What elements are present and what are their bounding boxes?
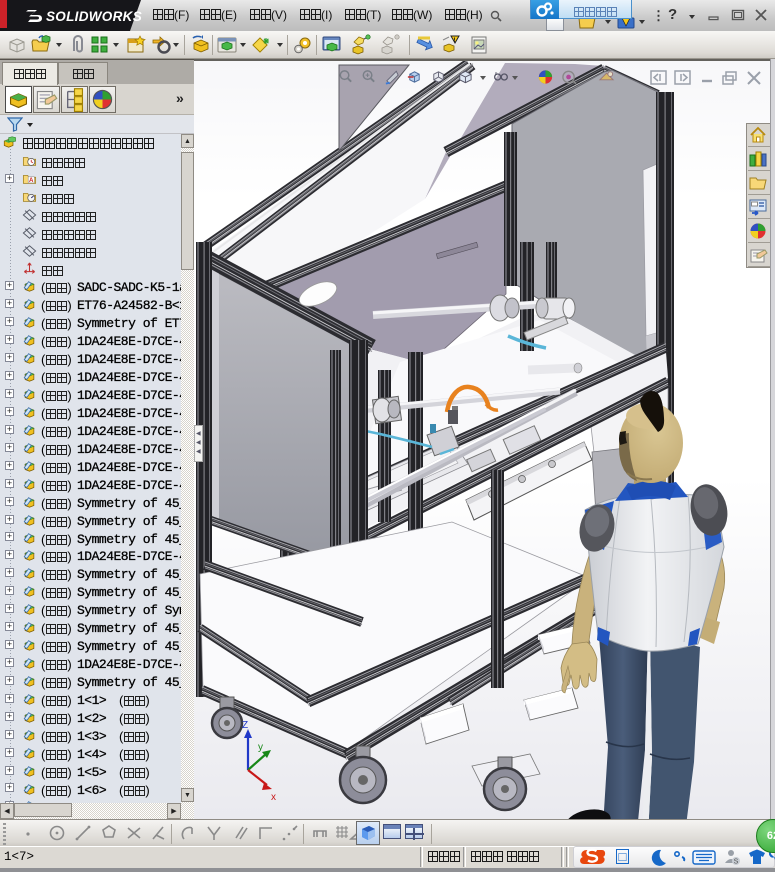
svg-text:A: A: [29, 177, 34, 184]
svg-text:!: !: [454, 37, 456, 44]
svg-text:6: 6: [495, 71, 498, 77]
svg-text:S: S: [734, 859, 739, 866]
svg-text:y: y: [258, 742, 263, 753]
svg-text:Z: Z: [242, 720, 248, 731]
svg-text:x: x: [271, 792, 276, 803]
